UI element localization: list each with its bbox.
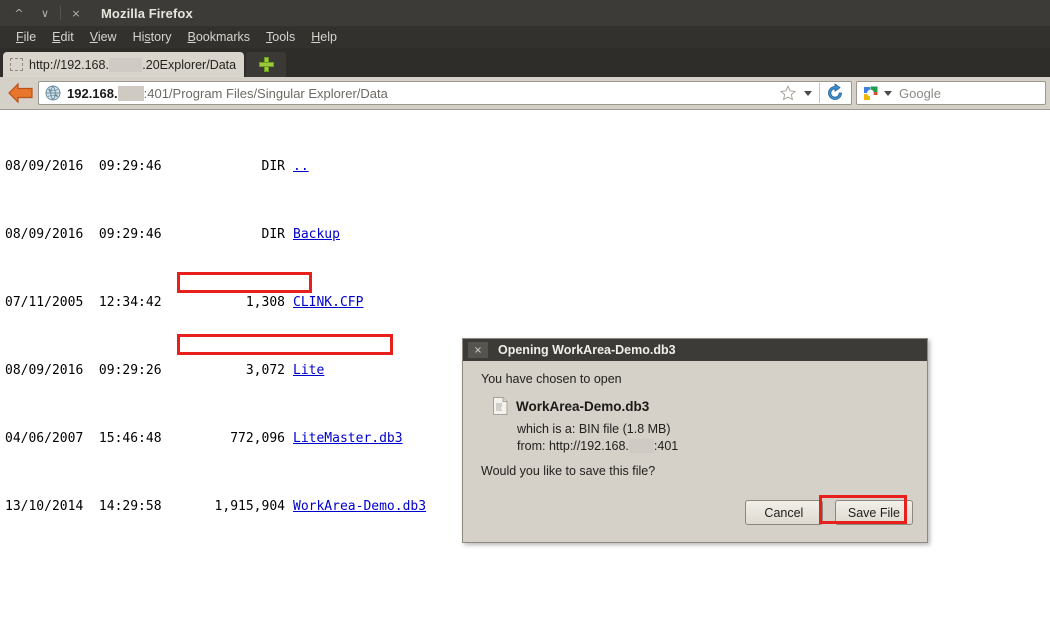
urlbar-divider [819, 83, 820, 103]
row-name[interactable]: LiteMaster.db3 [293, 431, 403, 446]
row-name[interactable]: Backup [293, 227, 340, 242]
menu-item-help[interactable]: Help [303, 30, 345, 44]
url-text: 192.168.XXX:401/Program Files/Singular E… [67, 85, 777, 101]
row-size: 1,308 [245, 295, 285, 310]
row-size: 3,072 [245, 363, 285, 378]
dialog-source-row: from: http://192.168.XXX:401 [517, 439, 913, 453]
row-date: 08/09/2016 09:29:26 [5, 363, 162, 378]
table-row: 07/11/2005 12:34:42 1,308 CLINK.CFP [5, 294, 1050, 311]
menu-item-edit[interactable]: Edit [44, 30, 82, 44]
browser-tab-active[interactable]: http://192.168.XXXX.20Explorer/Data [3, 52, 245, 77]
tab-label-prefix: http://192.168. [29, 57, 109, 72]
tab-favicon-placeholder-icon [10, 58, 23, 71]
url-host-prefix: 192.168. [67, 85, 118, 101]
menu-label-bookmarks: Bookmarks [187, 30, 251, 44]
dialog-intro-text: You have chosen to open [481, 372, 622, 386]
tab-label-suffix: .20Explorer/Data [142, 57, 237, 72]
file-link[interactable]: Backup [293, 227, 340, 242]
row-date: 08/09/2016 09:29:46 [5, 159, 162, 174]
menu-item-history[interactable]: History [125, 30, 180, 44]
dialog-titlebar: × Opening WorkArea-Demo.db3 [463, 339, 927, 361]
dialog-source-redacted: XXX [628, 439, 654, 453]
row-size: 772,096 [230, 431, 285, 446]
search-bar[interactable]: Google [856, 81, 1046, 105]
back-button[interactable] [4, 80, 38, 106]
row-date: 04/06/2007 15:46:48 [5, 431, 162, 446]
save-file-button[interactable]: Save File [834, 500, 913, 525]
tabbar: http://192.168.XXXX.20Explorer/Data [0, 48, 1050, 77]
menu-item-view[interactable]: View [82, 30, 125, 44]
window-titlebar: ^ ∨ × Mozilla Firefox [0, 0, 1050, 26]
row-size: DIR [261, 159, 285, 174]
file-link[interactable]: .. [293, 159, 309, 174]
tab-label: http://192.168.XXXX.20Explorer/Data [29, 57, 237, 72]
dialog-title: Opening WorkArea-Demo.db3 [498, 343, 676, 357]
file-link[interactable]: Lite [293, 363, 324, 378]
navigation-toolbar: 192.168.XXX:401/Program Files/Singular E… [0, 77, 1050, 110]
maximize-icon[interactable]: ∨ [32, 3, 58, 23]
google-icon [864, 86, 878, 100]
menu-label-tools: Tools [266, 30, 296, 44]
document-file-icon [493, 397, 508, 415]
row-name[interactable]: CLINK.CFP [293, 295, 363, 310]
menu-item-bookmarks[interactable]: Bookmarks [180, 30, 259, 44]
row-date: 07/11/2005 12:34:42 [5, 295, 162, 310]
page-content: 08/09/2016 09:29:46 DIR.. 08/09/2016 09:2… [0, 110, 1050, 643]
reload-icon[interactable] [825, 83, 845, 103]
file-link[interactable]: CLINK.CFP [293, 295, 363, 310]
cancel-button[interactable]: Cancel [744, 500, 823, 525]
dialog-filename: WorkArea-Demo.db3 [516, 398, 650, 414]
menu-item-file[interactable]: File [8, 30, 44, 44]
search-input[interactable]: Google [899, 86, 941, 101]
row-size: DIR [261, 227, 285, 242]
menu-item-tools[interactable]: Tools [258, 30, 303, 44]
dialog-filename-row: WorkArea-Demo.db3 [493, 397, 913, 415]
url-host-redacted: XXX [117, 85, 144, 101]
row-name[interactable]: WorkArea-Demo.db3 [293, 499, 426, 514]
table-row: 08/09/2016 09:29:46 DIR.. [5, 158, 1050, 175]
dialog-source-prefix: http://192.168. [548, 439, 629, 453]
dialog-body: You have chosen to open WorkArea-Demo.db… [463, 361, 927, 478]
row-name[interactable]: Lite [293, 363, 324, 378]
menubar: File Edit View History Bookmarks Tools H… [0, 26, 1050, 48]
menu-label-file: File [16, 30, 37, 44]
titlebar-divider [60, 6, 61, 20]
dialog-button-row: Cancel Save File [733, 500, 913, 525]
row-date: 08/09/2016 09:29:46 [5, 227, 162, 242]
menu-label-help: Help [311, 30, 337, 44]
dialog-source-suffix: :401 [653, 439, 679, 453]
table-row: 08/09/2016 09:29:46 DIR Backup [5, 226, 1050, 243]
row-name[interactable]: .. [293, 159, 309, 174]
file-link[interactable]: WorkArea-Demo.db3 [293, 499, 426, 514]
row-date: 13/10/2014 14:29:58 [5, 499, 162, 514]
new-tab-button[interactable] [246, 52, 287, 77]
dialog-file-type-label: which is a: [517, 422, 576, 436]
dialog-file-type-value: BIN file (1.8 MB) [578, 422, 671, 436]
dialog-question-text: Would you like to save this file? [481, 464, 656, 478]
dialog-source-label: from: [517, 439, 546, 453]
url-bar[interactable]: 192.168.XXX:401/Program Files/Singular E… [38, 81, 852, 105]
back-arrow-icon [8, 82, 33, 104]
search-engine-caret-icon[interactable] [884, 90, 892, 96]
dialog-close-icon[interactable]: × [468, 342, 488, 358]
minimize-icon[interactable]: ^ [6, 3, 32, 23]
menu-label-history: History [132, 30, 172, 44]
file-link[interactable]: LiteMaster.db3 [293, 431, 403, 446]
dialog-file-type-row: which is a: BIN file (1.8 MB) [517, 422, 913, 436]
url-path: :401/Program Files/Singular Explorer/Dat… [143, 85, 388, 101]
menu-label-edit: Edit [52, 30, 74, 44]
urlbar-actions [777, 83, 848, 103]
globe-icon [45, 85, 61, 101]
bookmark-dropdown-caret-icon[interactable] [804, 90, 812, 96]
window-title: Mozilla Firefox [101, 5, 193, 21]
close-icon[interactable]: × [63, 3, 89, 23]
tab-label-redacted: XXXX [108, 57, 143, 72]
download-dialog: × Opening WorkArea-Demo.db3 You have cho… [462, 338, 928, 543]
star-icon[interactable] [779, 84, 797, 102]
row-size: 1,915,904 [214, 499, 285, 514]
plus-icon [258, 56, 275, 73]
menu-label-view: View [89, 30, 117, 44]
